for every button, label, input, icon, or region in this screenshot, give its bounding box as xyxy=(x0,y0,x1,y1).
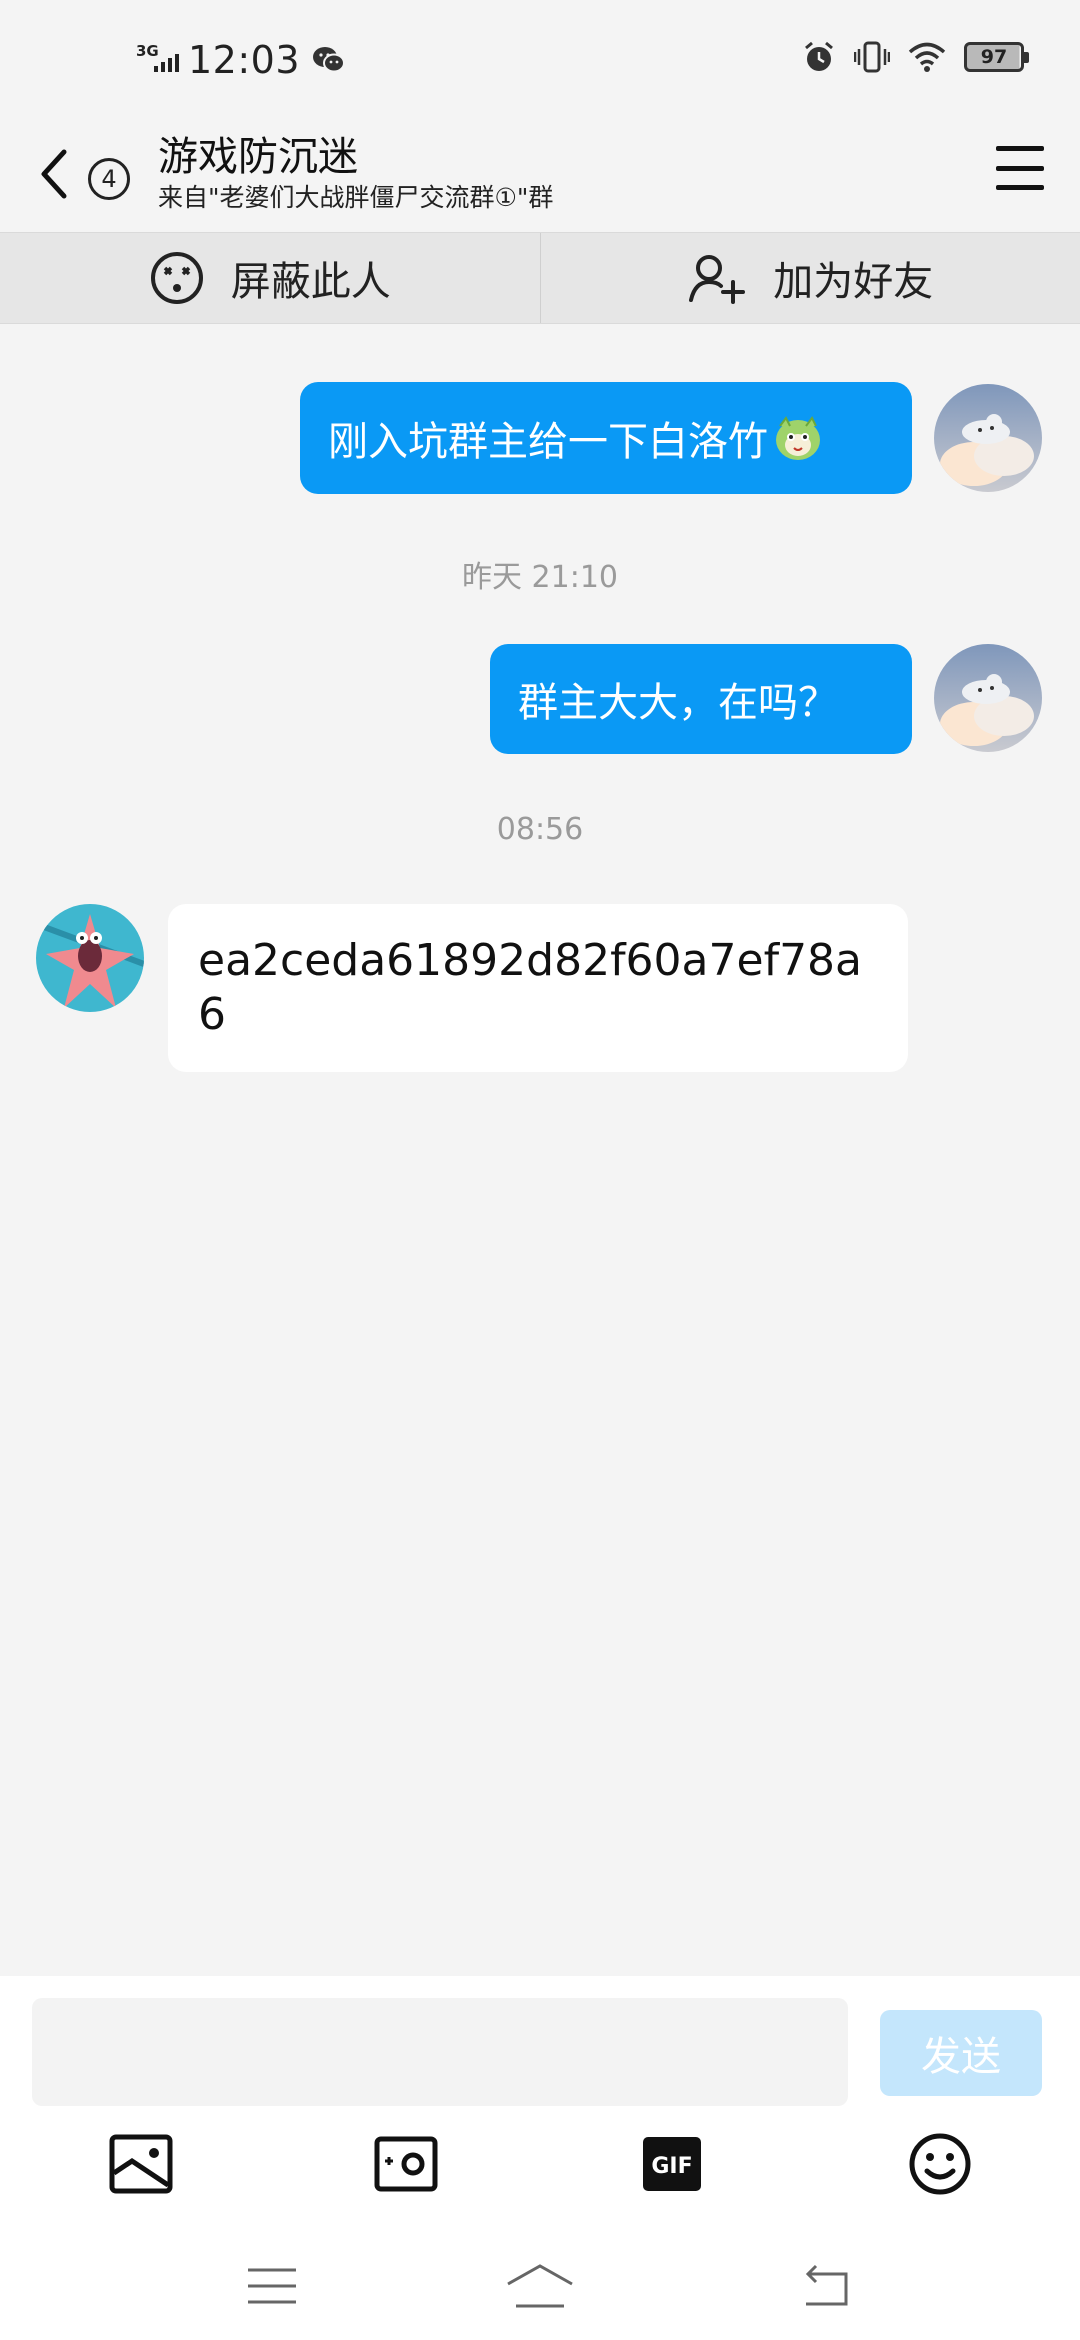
emoji-icon xyxy=(909,2133,971,2195)
patrick-avatar-icon xyxy=(36,904,144,1012)
stranger-action-bar: 屏蔽此人 加为好友 xyxy=(0,232,1080,324)
cloud-avatar-icon xyxy=(934,384,1042,492)
sticker-emoji-icon xyxy=(776,416,820,460)
status-bar: 3G 12:03 97 xyxy=(0,0,1080,118)
back-arrow-icon xyxy=(805,2264,848,2306)
status-left: 3G 12:03 xyxy=(136,38,346,82)
block-face-icon xyxy=(150,252,203,304)
block-user-button[interactable]: 屏蔽此人 xyxy=(0,233,540,323)
send-button[interactable]: 发送 xyxy=(880,2010,1042,2096)
sender-avatar[interactable] xyxy=(36,904,144,1012)
message-text: ea2ceda61892d82f60a7ef78a6 xyxy=(198,935,863,1040)
message-bubble-outgoing[interactable]: 群主大大，在吗？ xyxy=(490,644,912,754)
vibrate-icon xyxy=(854,41,890,73)
signal-icon: 3G xyxy=(136,40,182,80)
message-text: 刚入坑群主给一下白洛竹 xyxy=(328,419,768,465)
battery-level: 97 xyxy=(980,46,1008,68)
status-right: 97 xyxy=(802,40,1029,74)
back-button[interactable]: 4 xyxy=(38,136,134,212)
message-timestamp: 08:56 xyxy=(496,812,584,847)
input-toolbar: GIF xyxy=(0,2124,1080,2224)
chat-title: 游戏防沉迷 xyxy=(158,134,358,180)
message-bubble-outgoing[interactable]: 刚入坑群主给一下白洛竹 xyxy=(300,382,912,494)
my-avatar[interactable] xyxy=(934,644,1042,752)
alarm-icon xyxy=(805,41,833,71)
menu-lines-icon xyxy=(248,2268,296,2304)
nav-home-button[interactable] xyxy=(500,2246,580,2326)
status-time: 12:03 xyxy=(188,38,301,82)
chat-header: 4 游戏防沉迷 来自"老婆们大战胖僵尸交流群①"群 xyxy=(0,118,1080,232)
nav-menu-button[interactable] xyxy=(232,2246,312,2326)
chevron-left-icon xyxy=(41,149,67,199)
wechat-notification-icon xyxy=(313,47,346,73)
home-icon xyxy=(507,2264,573,2308)
unread-count-badge: 4 xyxy=(88,158,130,200)
system-nav-bar xyxy=(0,2230,1080,2340)
message-text: 群主大大，在吗？ xyxy=(518,680,838,726)
wifi-icon xyxy=(908,42,946,72)
gif-button[interactable]: GIF xyxy=(632,2124,712,2204)
battery-indicator: 97 xyxy=(964,42,1029,72)
message-bubble-incoming[interactable]: ea2ceda61892d82f60a7ef78a6 xyxy=(168,904,908,1072)
nav-back-button[interactable] xyxy=(784,2246,864,2326)
gif-label: GIF xyxy=(651,2154,692,2179)
chat-subtitle: 来自"老婆们大战胖僵尸交流群①"群 xyxy=(158,183,554,212)
my-avatar[interactable] xyxy=(934,384,1042,492)
image-button[interactable] xyxy=(101,2124,181,2204)
menu-icon xyxy=(996,146,1044,151)
add-friend-label: 加为好友 xyxy=(773,259,934,305)
camera-icon xyxy=(374,2136,438,2192)
add-friend-icon xyxy=(689,255,746,304)
cloud-avatar-icon xyxy=(934,644,1042,752)
message-input[interactable] xyxy=(32,1998,848,2106)
camera-button[interactable] xyxy=(366,2124,446,2204)
image-icon xyxy=(109,2134,173,2194)
add-friend-button[interactable]: 加为好友 xyxy=(541,233,1080,323)
menu-button[interactable] xyxy=(994,142,1046,194)
gif-icon: GIF xyxy=(643,2137,701,2191)
message-timestamp: 昨天 21:10 xyxy=(462,560,618,595)
emoji-button[interactable] xyxy=(900,2124,980,2204)
block-user-label: 屏蔽此人 xyxy=(230,259,391,305)
